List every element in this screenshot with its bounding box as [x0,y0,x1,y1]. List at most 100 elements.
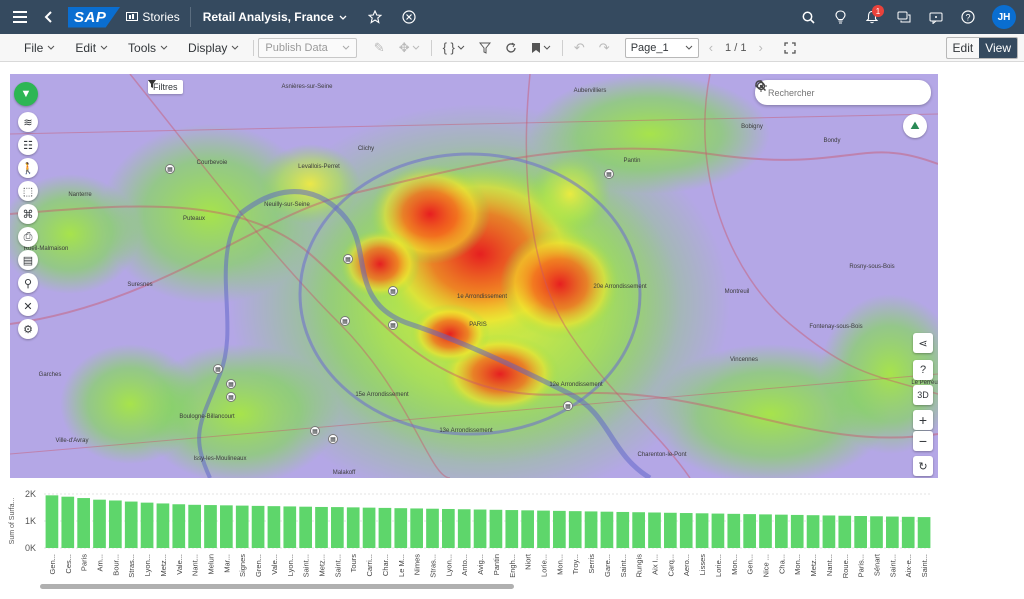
map-3d-button[interactable]: 3D [913,385,933,405]
menu-icon[interactable] [6,3,34,31]
reset-view-icon[interactable]: ↻ [913,456,933,476]
bar[interactable] [61,496,75,548]
back-icon[interactable] [34,3,62,31]
bar[interactable] [727,513,741,548]
bar[interactable] [220,505,233,548]
bar[interactable] [648,512,661,548]
bar[interactable] [664,512,677,548]
bar[interactable] [600,511,614,548]
chart-horizontal-scrollbar[interactable] [40,584,514,589]
stories-link[interactable]: Stories [126,7,191,27]
bar[interactable] [235,505,249,548]
formula-icon[interactable]: { } [436,40,472,55]
search-icon[interactable] [794,3,822,31]
bar[interactable] [188,504,201,548]
store-marker-icon[interactable]: ▦ [388,286,398,296]
bar[interactable] [790,514,804,548]
redo-icon[interactable]: ↷ [592,40,617,56]
database-icon[interactable]: ☷ [18,135,38,155]
next-page-icon[interactable]: › [754,40,766,55]
bar[interactable] [473,509,487,548]
bar[interactable] [743,514,756,548]
bar[interactable] [553,510,566,548]
bar[interactable] [426,508,439,548]
collapse-toolbar-icon[interactable]: ▼ [14,82,38,106]
bar[interactable] [886,516,899,548]
bar[interactable] [521,510,534,548]
undo-icon[interactable]: ↶ [567,40,592,56]
sap-logo[interactable]: SAP [68,6,121,28]
bar[interactable] [632,512,645,548]
brush-icon[interactable]: ✎ [367,40,392,56]
store-marker-icon[interactable]: ▦ [226,379,236,389]
store-marker-icon[interactable]: ▦ [213,364,223,374]
help-map-icon[interactable]: ? [913,360,933,380]
store-marker-icon[interactable]: ▦ [563,401,573,411]
refresh-icon[interactable] [498,42,524,54]
publish-data-button[interactable]: Publish Data [258,37,357,58]
file-menu[interactable]: File [0,41,65,55]
bar[interactable] [410,508,423,548]
story-title[interactable]: Retail Analysis, France [203,10,347,24]
bar[interactable] [537,510,550,548]
bar[interactable] [378,507,392,548]
bar[interactable] [283,506,297,548]
bar[interactable] [109,500,122,548]
tools-icon[interactable]: ✕ [18,296,38,316]
lightbulb-icon[interactable] [826,3,854,31]
bar[interactable] [394,508,408,548]
fullscreen-icon[interactable] [777,41,803,54]
display-menu[interactable]: Display [178,41,249,55]
bar[interactable] [854,516,867,548]
bar[interactable] [806,515,820,548]
bar[interactable] [870,516,883,548]
bell-icon[interactable]: 1 [858,3,886,31]
binoculars-icon[interactable]: ⌘ [18,204,38,224]
store-marker-icon[interactable]: ▦ [226,392,236,402]
filter-button[interactable]: Filtres [148,80,183,94]
bar[interactable] [775,514,788,548]
pedestrian-icon[interactable]: 🚶 [18,158,38,178]
edit-menu[interactable]: Edit [65,41,118,55]
select-area-icon[interactable]: ⬚ [18,181,38,201]
view-mode-button[interactable]: View [979,37,1017,58]
heatmap-map[interactable]: Asnières-sur-Seine Aubervilliers Bobigny Bo… [10,74,938,478]
prev-page-icon[interactable]: ‹ [699,40,717,55]
store-marker-icon[interactable]: ▦ [388,320,398,330]
route-icon[interactable]: ⚲ [18,273,38,293]
bar[interactable] [759,514,772,548]
bar[interactable] [45,495,59,548]
share-icon[interactable]: ⋖ [913,333,933,353]
bar[interactable] [346,507,360,548]
zoom-in-icon[interactable]: + [913,410,933,430]
bar[interactable] [584,511,598,548]
feedback-icon[interactable] [922,3,950,31]
bar[interactable] [917,517,931,548]
bar[interactable] [505,510,519,548]
store-marker-icon[interactable]: ▦ [343,254,353,264]
bar[interactable] [77,498,90,548]
filter-icon[interactable] [472,42,498,54]
bar[interactable] [140,502,154,548]
bar[interactable] [172,504,186,548]
favorite-star-icon[interactable] [361,3,389,31]
bar[interactable] [822,515,836,548]
store-marker-icon[interactable]: ▦ [340,316,350,326]
edit-mode-button[interactable]: Edit [947,38,980,58]
print-icon[interactable]: ⎙ [18,227,38,247]
bar[interactable] [331,507,344,548]
store-marker-icon[interactable]: ▦ [310,426,320,436]
film-icon[interactable]: ▤ [18,250,38,270]
map-search-input[interactable] [768,87,888,98]
layers-map-icon[interactable]: ⛰ [903,114,927,138]
store-marker-icon[interactable]: ▦ [165,164,175,174]
store-marker-icon[interactable]: ▦ [604,169,614,179]
layers-icon[interactable]: ≋ [18,112,38,132]
bar[interactable] [362,507,376,548]
page-selector[interactable]: Page_1 [624,37,699,58]
close-story-icon[interactable] [395,3,423,31]
tools-menu[interactable]: Tools [118,41,178,55]
bar[interactable] [267,506,281,548]
bar[interactable] [568,511,582,548]
bar[interactable] [204,505,217,548]
